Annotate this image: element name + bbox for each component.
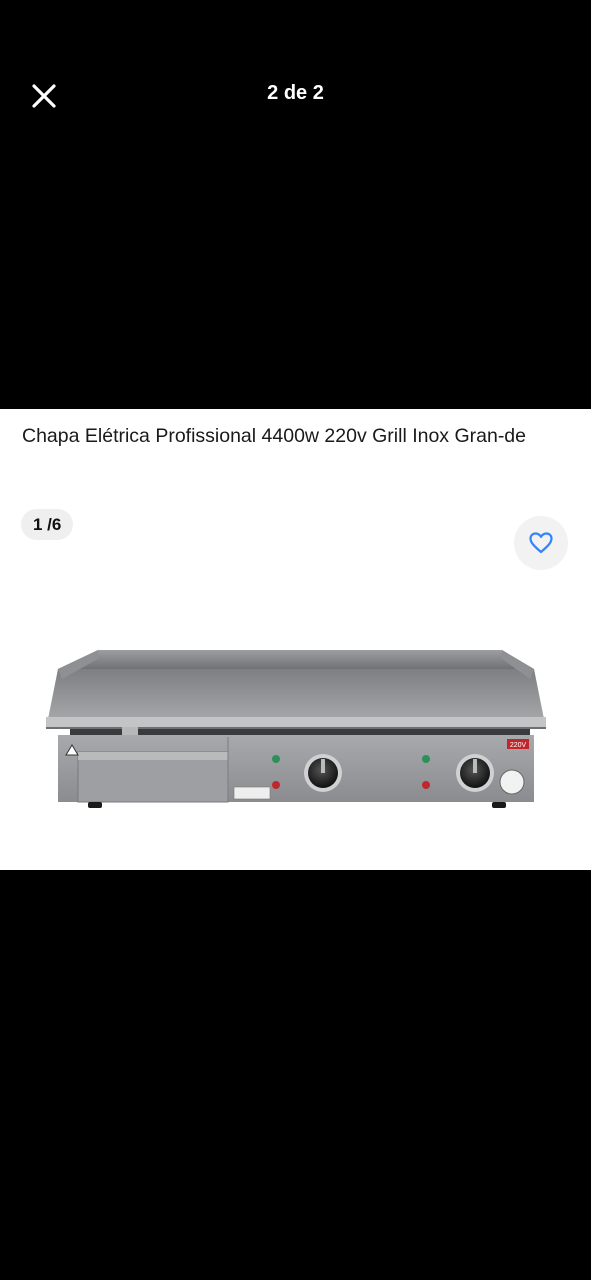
viewer-counter: 2 de 2 [267,82,324,104]
heart-outline-icon [529,532,553,554]
image-counter-text: 1 /6 [33,514,62,534]
product-title: Chapa Elétrica Profissional 4400w 220v G… [22,425,527,447]
viewer-topbar: 2 de 2 [0,0,591,190]
favorite-button[interactable] [514,516,568,570]
product-image[interactable]: 220V [40,639,550,819]
image-counter-badge: 1 /6 [21,509,74,540]
voltage-label: 220V [510,742,527,749]
product-card: Chapa Elétrica Profissional 4400w 220v G… [0,409,591,870]
image-viewer: 2 de 2 Chapa Elétrica Profissional 4400w… [0,0,591,1280]
